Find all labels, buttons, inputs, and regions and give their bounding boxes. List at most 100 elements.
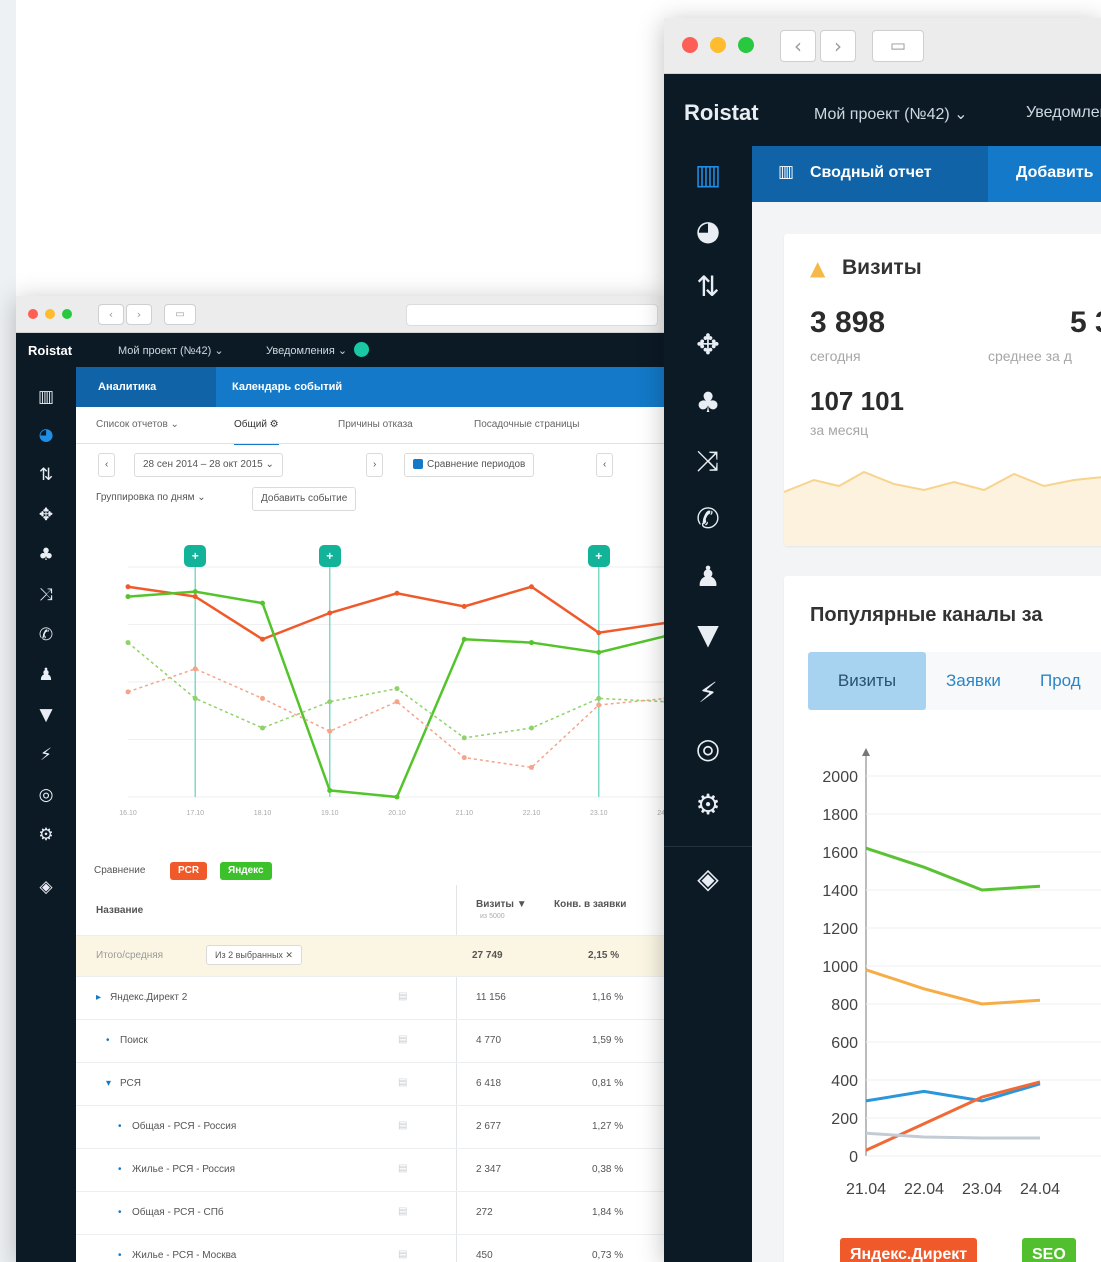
notifications-menu[interactable]: Уведомления ⌄ <box>266 344 347 357</box>
data-point <box>596 649 602 655</box>
x-tick-label: 19.10 <box>321 810 339 817</box>
row-details-icon[interactable]: ▤ <box>398 1206 407 1217</box>
tab-analytics[interactable]: Аналитика <box>76 367 216 407</box>
back-arrow-icon[interactable]: ‹ <box>98 304 124 325</box>
hide-icon[interactable]: ◈ <box>16 877 76 897</box>
table-row[interactable]: • Общая - РСЯ - СПб 272 1,84 % ▤ <box>76 1192 666 1235</box>
pie-chart-icon[interactable]: ◕ <box>16 425 76 445</box>
compare-periods-toggle[interactable]: Сравнение периодов <box>404 453 535 477</box>
plug-icon[interactable]: ⚡ <box>16 745 76 765</box>
row-name[interactable]: Жилье - РСЯ - Россия <box>132 1164 235 1175</box>
sort-arrows-icon[interactable]: ⇅ <box>664 270 752 303</box>
hierarchy-icon[interactable]: ♣ <box>664 386 752 419</box>
minimize-dot[interactable] <box>710 37 726 53</box>
close-dot[interactable] <box>28 309 38 319</box>
row-details-icon[interactable]: ▤ <box>398 1163 407 1174</box>
event-marker-icon[interactable]: + <box>318 545 341 567</box>
bar-chart-icon[interactable]: ▥ <box>16 387 76 407</box>
funnel-icon[interactable]: ▼ <box>16 705 76 725</box>
add-event-button[interactable]: Добавить событие <box>252 487 357 511</box>
expand-toggle-icon[interactable]: ▾ <box>106 1078 111 1089</box>
url-bar[interactable] <box>406 304 658 326</box>
row-name[interactable]: Яндекс.Директ 2 <box>110 992 187 1003</box>
sidebar-toggle-icon[interactable]: ▭ <box>872 30 924 62</box>
table-row[interactable]: • Поиск 4 770 1,59 % ▤ <box>76 1020 666 1063</box>
funnel-icon[interactable]: ▼ <box>664 618 752 651</box>
row-details-icon[interactable]: ▤ <box>398 1034 407 1045</box>
tab-add-report[interactable]: Добавить <box>1016 164 1094 182</box>
tab-summary-report[interactable]: ▥ Сводный отчет <box>752 146 988 202</box>
table-row[interactable]: • Жилье - РСЯ - Россия 2 347 0,38 % ▤ <box>76 1149 666 1192</box>
user-icon[interactable]: ♟ <box>664 560 752 593</box>
pie-chart-icon[interactable]: ◕ <box>664 214 752 247</box>
hierarchy-icon[interactable]: ♣ <box>16 545 76 565</box>
row-name[interactable]: РСЯ <box>120 1078 141 1089</box>
project-selector[interactable]: Мой проект (№42) ⌄ <box>118 344 224 357</box>
tab-report-reasons[interactable]: Причины отказа <box>338 407 413 443</box>
goal-icon[interactable]: ◎ <box>16 785 76 805</box>
bar-chart-icon[interactable]: ▥ <box>664 158 752 191</box>
sidebar-toggle-icon[interactable]: ▭ <box>164 304 196 325</box>
forward-arrow-icon[interactable]: › <box>820 30 856 62</box>
column-name-header[interactable]: Название <box>96 905 143 916</box>
channel-filter[interactable]: Из 2 выбранных ✕ <box>206 945 302 965</box>
row-details-icon[interactable]: ▤ <box>398 1077 407 1088</box>
project-selector[interactable]: Мой проект (№42) ⌄ <box>814 104 968 124</box>
row-details-icon[interactable]: ▤ <box>398 1249 407 1260</box>
notifications-menu[interactable]: Уведомления <box>1026 104 1101 122</box>
tab-report-landing[interactable]: Посадочные страницы <box>474 407 579 443</box>
minimize-dot[interactable] <box>45 309 55 319</box>
next-period-button[interactable]: › <box>366 453 384 477</box>
shuffle-icon[interactable]: ⤨ <box>664 444 752 478</box>
goal-icon[interactable]: ◎ <box>664 732 752 765</box>
shuffle-icon[interactable]: ⤨ <box>16 585 76 605</box>
tab-report-list[interactable]: Список отчетов ⌄ <box>96 407 179 443</box>
forward-arrow-icon[interactable]: › <box>126 304 152 325</box>
expand-toggle-icon[interactable]: ▸ <box>96 992 101 1003</box>
row-details-icon[interactable]: ▤ <box>398 1120 407 1131</box>
pill-leads[interactable]: Заявки <box>946 652 1001 710</box>
legend-badge-pcr[interactable]: PCR <box>170 862 208 880</box>
back-arrow-icon[interactable]: ‹ <box>780 30 816 62</box>
gear-icon[interactable]: ⚙ <box>16 825 76 845</box>
user-icon[interactable]: ♟ <box>16 665 76 685</box>
phone-icon[interactable]: ✆ <box>16 625 76 645</box>
row-name[interactable]: Жилье - РСЯ - Москва <box>132 1250 236 1261</box>
event-marker-icon[interactable]: + <box>184 545 207 567</box>
compare-prev-button[interactable]: ‹ <box>596 453 614 477</box>
zoom-dot[interactable] <box>738 37 754 53</box>
legend-badge-yandex[interactable]: Яндекс <box>220 862 272 880</box>
pill-visits[interactable]: Визиты <box>808 652 926 710</box>
gear-icon[interactable]: ⚙ <box>664 788 752 821</box>
event-marker-icon[interactable]: + <box>587 545 610 567</box>
prev-period-button[interactable]: ‹ <box>98 453 116 477</box>
row-name[interactable]: Общая - РСЯ - Россия <box>132 1121 236 1132</box>
table-row[interactable]: ▸ Яндекс.Директ 2 11 156 1,16 % ▤ <box>76 977 666 1020</box>
tab-report-general[interactable]: Общий ⚙ <box>234 407 279 445</box>
phone-icon[interactable]: ✆ <box>664 502 752 535</box>
table-row[interactable]: • Общая - РСЯ - Россия 2 677 1,27 % ▤ <box>76 1106 666 1149</box>
plug-icon[interactable]: ⚡ <box>664 676 752 709</box>
column-conversion-header[interactable]: Конв. в заявки <box>554 899 626 910</box>
logo[interactable]: Roistat <box>28 343 72 358</box>
target-icon[interactable]: ✥ <box>16 505 76 525</box>
legend-seo[interactable]: SEO <box>1022 1238 1076 1262</box>
sort-arrows-icon[interactable]: ⇅ <box>16 465 76 485</box>
group-by-select[interactable]: Группировка по дням ⌄ <box>96 487 206 509</box>
target-icon[interactable]: ✥ <box>664 328 752 361</box>
row-name[interactable]: Поиск <box>120 1035 148 1046</box>
table-row[interactable]: • Жилье - РСЯ - Москва 450 0,73 % ▤ <box>76 1235 666 1262</box>
table-row[interactable]: ▾ РСЯ 6 418 0,81 % ▤ <box>76 1063 666 1106</box>
date-range-picker[interactable]: 28 сен 2014 – 28 окт 2015 ⌄ <box>134 453 283 477</box>
legend-yandex-direct[interactable]: Яндекс.Директ <box>840 1238 978 1262</box>
zoom-dot[interactable] <box>62 309 72 319</box>
close-dot[interactable] <box>682 37 698 53</box>
row-name[interactable]: Общая - РСЯ - СПб <box>132 1207 224 1218</box>
column-visits-header[interactable]: Визиты ▼ <box>476 899 527 910</box>
data-point <box>394 699 400 705</box>
pill-sales[interactable]: Прод <box>1040 652 1081 710</box>
row-details-icon[interactable]: ▤ <box>398 991 407 1002</box>
logo[interactable]: Roistat <box>684 100 759 126</box>
hide-icon[interactable]: ◈ <box>664 862 752 895</box>
tab-events-calendar[interactable]: Календарь событий <box>232 381 342 393</box>
